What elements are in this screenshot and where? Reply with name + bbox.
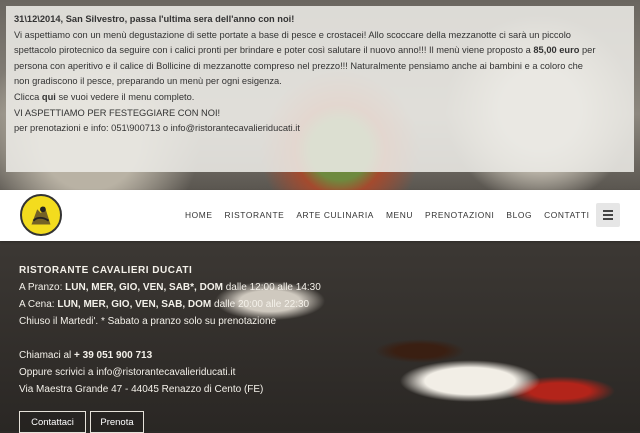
restaurant-name: RISTORANTE CAVALIERI DUCATI bbox=[19, 265, 193, 276]
notice-text: Clicca qui se vuoi vedere il menu comple… bbox=[14, 90, 626, 106]
notice-text: Vi aspettiamo con un menù degustazione d… bbox=[14, 29, 571, 40]
notice-title: 31\12\2014, San Silvestro, passa l'ultim… bbox=[14, 14, 295, 24]
nav-item-home[interactable]: HOME bbox=[185, 210, 213, 220]
dinner-label: A Cena: bbox=[19, 299, 58, 310]
lunch-days: LUN, MER, GIO, VEN, SAB*, DOM bbox=[65, 282, 223, 293]
notice-price: 85,00 euro bbox=[533, 45, 580, 56]
new-year-notice: 31\12\2014, San Silvestro, passa l'ultim… bbox=[6, 6, 634, 172]
nav-item-menu[interactable]: MENU bbox=[386, 210, 413, 220]
menu-link[interactable]: qui bbox=[42, 92, 56, 102]
notice-text-part: spettacolo pirotecnico da seguire con i … bbox=[14, 45, 534, 56]
menu-bar bbox=[603, 218, 613, 220]
restaurant-info: RISTORANTE CAVALIERI DUCATI A Pranzo: LU… bbox=[19, 262, 321, 398]
notice-text-part: se vuoi vedere il menu completo. bbox=[55, 91, 195, 102]
notice-text: non gradiscono il pesce, preparando un m… bbox=[14, 76, 282, 87]
nav-item-contatti[interactable]: CONTATTI bbox=[544, 210, 589, 220]
hamburger-menu-icon[interactable] bbox=[596, 203, 620, 227]
address: Via Maestra Grande 47 - 44045 Renazzo di… bbox=[19, 384, 264, 395]
dinner-days: LUN, MER, GIO, VEN, SAB, DOM bbox=[57, 299, 212, 310]
phone-number[interactable]: + 39 051 900 713 bbox=[74, 350, 152, 361]
nav-item-ristorante[interactable]: RISTORANTE bbox=[225, 210, 285, 220]
knight-logo-icon[interactable] bbox=[20, 194, 62, 236]
menu-bar bbox=[603, 214, 613, 216]
menu-bar bbox=[603, 210, 613, 212]
closing-note: Chiuso il Martedi'. * Sabato a pranzo so… bbox=[19, 316, 277, 327]
dinner-hours: A Cena: LUN, MER, GIO, VEN, SAB, DOM dal… bbox=[19, 296, 321, 313]
main-nav: HOME RISTORANTE ARTE CULINARIA MENU PREN… bbox=[185, 210, 602, 220]
contact-button[interactable]: Contattaci bbox=[19, 411, 86, 433]
nav-item-prenotazioni[interactable]: PRENOTAZIONI bbox=[425, 210, 494, 220]
notice-text: persona con aperitivo e il calice di Bol… bbox=[14, 60, 583, 71]
nav-item-blog[interactable]: BLOG bbox=[506, 210, 532, 220]
lunch-label: A Pranzo: bbox=[19, 282, 66, 293]
notice-text-part: per bbox=[579, 45, 596, 56]
notice-contact: per prenotazioni e info: 051\900713 o in… bbox=[14, 123, 300, 134]
lunch-hours: A Pranzo: LUN, MER, GIO, VEN, SAB*, DOM … bbox=[19, 279, 321, 296]
lunch-time: dalle 12:00 alle 14:30 bbox=[222, 282, 321, 293]
phone-line: Chiamaci al + 39 051 900 713 bbox=[19, 347, 321, 364]
notice-text-part: Clicca bbox=[14, 91, 42, 102]
nav-item-arte-culinaria[interactable]: ARTE CULINARIA bbox=[296, 210, 374, 220]
notice-text: VI ASPETTIAMO PER FESTEGGIARE CON NOI! bbox=[14, 107, 221, 118]
email-line[interactable]: Oppure scrivici a info@ristorantecavalie… bbox=[19, 364, 321, 381]
book-button[interactable]: Prenota bbox=[90, 411, 144, 433]
notice-text: spettacolo pirotecnico da seguire con i … bbox=[14, 43, 626, 59]
dinner-time: dalle 20:00 alle 22:30 bbox=[211, 299, 310, 310]
phone-label: Chiamaci al bbox=[19, 350, 75, 361]
